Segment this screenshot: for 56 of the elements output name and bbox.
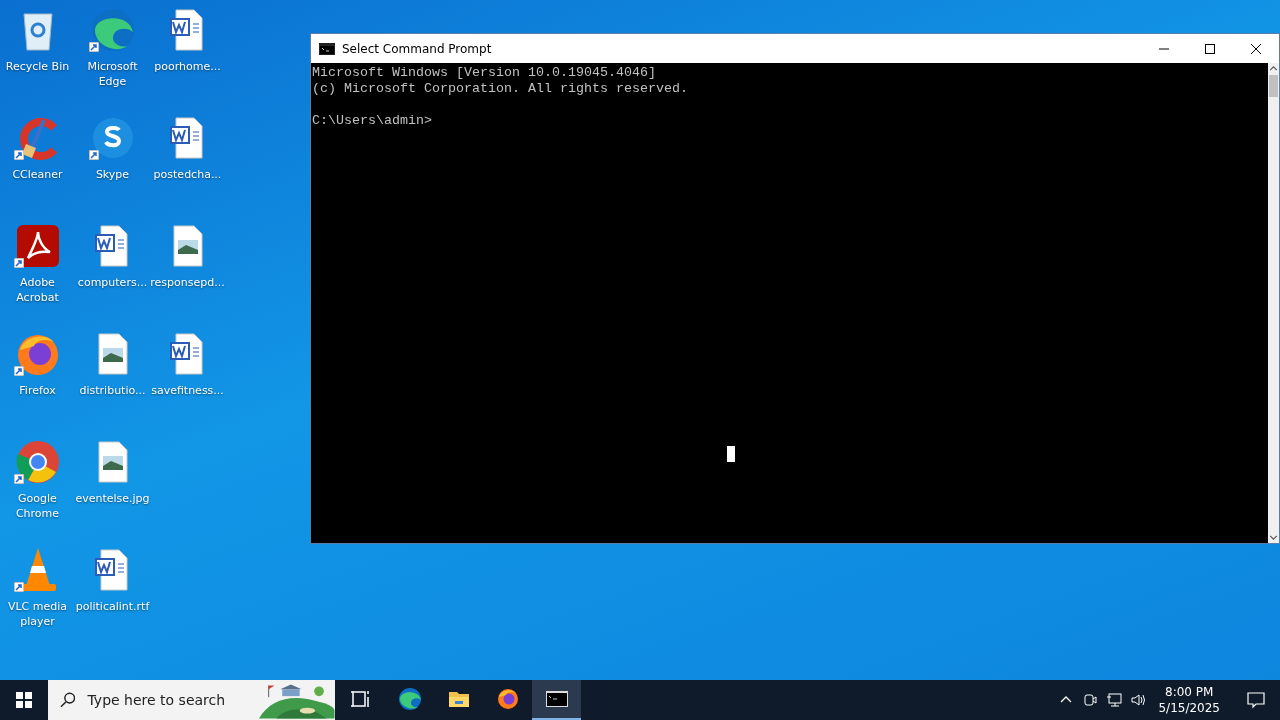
close-icon — [1251, 43, 1261, 54]
taskbar-app[interactable] — [532, 680, 581, 720]
console-prompt: C:\Users\admin> — [312, 113, 433, 129]
desktop-shortcut[interactable]: politicalint.rtf — [75, 546, 150, 614]
windows-icon — [16, 692, 32, 708]
text-cursor — [727, 446, 735, 462]
shortcut-label: distributio... — [78, 383, 147, 398]
shortcut-label: poorhome... — [153, 59, 222, 74]
shortcut-label: savefitness... — [150, 383, 225, 398]
shortcut-label: Recycle Bin — [4, 59, 71, 74]
console-line: (c) Microsoft Corporation. All rights reserved. — [312, 81, 689, 97]
desktop-shortcut[interactable]: distributio... — [75, 330, 150, 398]
desktop-shortcut[interactable]: Firefox — [0, 330, 75, 398]
desktop-shortcut[interactable]: eventelse.jpg — [75, 438, 150, 506]
desktop-shortcut[interactable]: VLC media player — [0, 546, 75, 629]
shortcut-label: eventelse.jpg — [75, 491, 150, 506]
desktop-shortcut[interactable]: computers... — [75, 222, 150, 290]
vertical-scrollbar[interactable] — [1268, 63, 1279, 543]
search-field[interactable]: Type here to search — [85, 691, 260, 709]
search-bar[interactable]: Type here to search — [48, 680, 335, 720]
shortcut-label: Google Chrome — [14, 491, 61, 521]
app-icon — [495, 687, 520, 711]
notifications-icon[interactable] — [1246, 690, 1266, 710]
scroll-thumb[interactable] — [1269, 75, 1278, 97]
clock[interactable]: 8:00 PM 5/15/2025 — [1154, 684, 1224, 716]
console-icon — [319, 42, 335, 55]
desktop-shortcut[interactable]: postedcha... — [150, 114, 225, 182]
shortcut-label: VLC media player — [6, 599, 69, 629]
desktop-shortcut[interactable]: Google Chrome — [0, 438, 75, 521]
desktop-shortcut[interactable]: Recycle Bin — [0, 6, 75, 74]
app-icon — [397, 687, 422, 711]
shortcut-label: postedcha... — [152, 167, 223, 182]
camera-icon[interactable] — [1082, 692, 1099, 708]
scroll-down-icon[interactable] — [1268, 533, 1279, 543]
shortcut-label: Adobe Acrobat — [15, 275, 60, 305]
shortcut-label: Skype — [94, 167, 131, 182]
shortcut-label: responsepd... — [150, 275, 225, 290]
desktop-shortcut[interactable]: savefitness... — [150, 330, 225, 398]
scroll-up-icon[interactable] — [1268, 63, 1279, 73]
desktop-shortcut[interactable]: Skype — [75, 114, 150, 182]
maximize-icon — [1205, 43, 1215, 54]
window-title: Select Command Prompt — [342, 41, 492, 56]
shortcut-label: CCleaner — [11, 167, 64, 182]
desktop-shortcut[interactable]: Adobe Acrobat — [0, 222, 75, 305]
desktop-shortcut[interactable]: Microsoft Edge — [75, 6, 150, 89]
shortcut-label: Microsoft Edge — [86, 59, 139, 89]
volume-icon[interactable] — [1130, 692, 1147, 708]
shortcut-label: Firefox — [18, 383, 57, 398]
desktop-shortcut[interactable]: poorhome... — [150, 6, 225, 74]
network-icon[interactable] — [1106, 692, 1123, 708]
desktop-shortcut[interactable]: responsepd... — [150, 222, 225, 290]
desktop-shortcut[interactable]: CCleaner — [0, 114, 75, 182]
console-line: Microsoft Windows [Version 10.0.19045.4046] — [312, 65, 657, 81]
shortcut-label: politicalint.rtf — [75, 599, 150, 614]
search-icon — [60, 692, 76, 708]
shortcut-label: computers... — [76, 275, 149, 290]
